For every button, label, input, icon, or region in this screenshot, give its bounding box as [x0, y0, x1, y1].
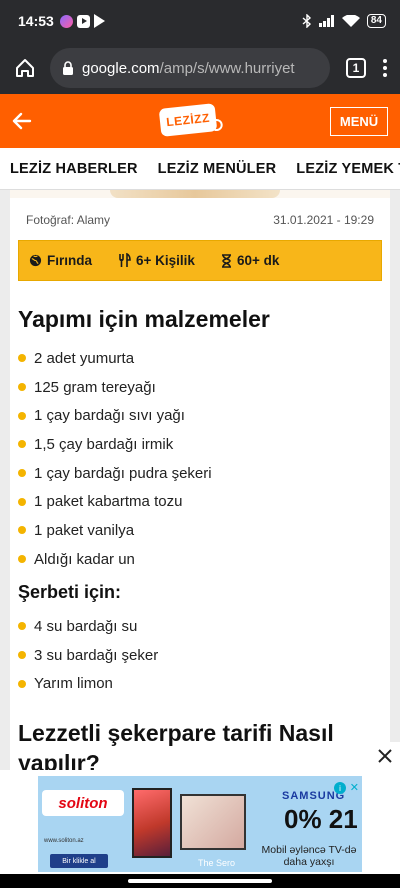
url-text: google.com/amp/s/www.hurriyet [82, 60, 295, 77]
installment-rate: 0% 21 [284, 804, 358, 834]
status-bar: 14:53 84 [0, 0, 400, 42]
url-path: /amp/s/www.hurriyet [159, 59, 295, 77]
publish-date: 31.01.2021 - 19:29 [273, 213, 374, 227]
recipe-info-box: Fırında 6+ Kişilik 60+ dk [18, 240, 382, 281]
tv-horizontal-image [180, 794, 246, 850]
list-item: 1 çay bardağı pudra şekeri [18, 459, 212, 488]
ad-close-button[interactable] [370, 742, 400, 770]
site-header: LEZİZZ MENÜ [0, 94, 400, 148]
list-item: 4 su bardağı su [18, 612, 158, 641]
wifi-icon [341, 14, 360, 27]
home-icon [16, 59, 34, 77]
bullet-icon [18, 354, 26, 363]
home-gesture-pill[interactable] [128, 879, 272, 883]
article-image [10, 190, 390, 198]
product-name: The Sero [198, 858, 236, 868]
signal-icon [318, 15, 334, 27]
syrup-list: 4 su bardağı su 3 su bardağı şeker Yarım… [18, 612, 158, 698]
ad-banner[interactable]: soliton www.soliton.az Bir klikle al The… [0, 770, 400, 874]
bullet-icon [18, 622, 26, 631]
bullet-icon [18, 526, 26, 535]
ad-left-panel: soliton www.soliton.az Bir klikle al [38, 776, 124, 872]
url-host: google.com [82, 59, 160, 77]
home-button[interactable] [10, 53, 40, 83]
play-store-icon [93, 14, 105, 28]
list-item: 2 adet yumurta [18, 344, 212, 373]
photo-credit: Fotoğraf: Alamy [26, 213, 111, 227]
more-options-button[interactable] [380, 59, 390, 77]
list-item: 1,5 çay bardağı irmik [18, 430, 212, 459]
info-time-label: 60+ dk [236, 253, 280, 268]
hourglass-icon [221, 253, 231, 268]
info-method-label: Fırında [47, 253, 93, 268]
ad-info-icon[interactable]: i [334, 782, 346, 794]
list-item-text: 1,5 çay bardağı irmik [34, 435, 174, 453]
info-method: Fırında [29, 253, 92, 268]
article-meta: Fotoğraf: Alamy 31.01.2021 - 19:29 [26, 213, 374, 227]
list-item-text: 1 çay bardağı sıvı yağı [34, 407, 185, 425]
list-item-text: Aldığı kadar un [34, 550, 135, 568]
system-nav-bar [0, 874, 400, 888]
bluetooth-icon [302, 14, 311, 28]
ad-cta-button[interactable]: Bir klikle al [50, 854, 108, 868]
list-item-text: 4 su bardağı su [34, 617, 138, 635]
bullet-icon [18, 679, 26, 688]
browser-toolbar: google.com/amp/s/www.hurriyet 1 [0, 42, 400, 94]
bullet-icon [18, 383, 26, 392]
list-item-text: Yarım limon [34, 675, 113, 693]
bullet-icon [18, 555, 26, 564]
list-item: 125 gram tereyağı [18, 373, 212, 402]
list-item-text: 1 paket vanilya [34, 521, 135, 539]
ad-creative[interactable]: soliton www.soliton.az Bir klikle al The… [38, 776, 362, 872]
lock-icon [63, 60, 73, 75]
bullet-icon [18, 651, 26, 660]
list-item-text: 125 gram tereyağı [34, 378, 156, 396]
bullet-icon [18, 497, 26, 506]
logo-text: LEZİZZ [165, 110, 211, 130]
status-right: 84 [302, 14, 386, 28]
soliton-logo: soliton [42, 790, 124, 816]
cutlery-icon [119, 253, 131, 267]
youtube-icon [76, 14, 90, 28]
bullet-icon [18, 469, 26, 478]
info-servings-label: 6+ Kişilik [136, 253, 195, 268]
ingredients-heading: Yapımı için malzemeler [18, 306, 270, 332]
globe-icon [29, 254, 42, 267]
list-item-text: 3 su bardağı şeker [34, 646, 159, 664]
list-item-text: 1 çay bardağı pudra şekeri [34, 464, 212, 482]
promo-text: Mobil əyləncə TV-də daha yaxşı [261, 844, 357, 868]
list-item-text: 1 paket kabartma tozu [34, 493, 183, 511]
tab-switcher-button[interactable]: 1 [346, 58, 366, 78]
tv-vertical-image [132, 788, 172, 858]
nav-item-yemek-tarifleri[interactable]: LEZİZ YEMEK TARİFLERİ [296, 161, 400, 177]
back-arrow-icon[interactable] [10, 109, 34, 133]
status-time: 14:53 [18, 13, 54, 29]
list-item: 1 paket kabartma tozu [18, 487, 212, 516]
list-item: 1 çay bardağı sıvı yağı [18, 401, 212, 430]
ad-choices-close-icon[interactable]: ✕ [350, 781, 359, 794]
nav-item-haberler[interactable]: LEZİZ HABERLER [10, 161, 138, 177]
category-nav: LEZİZ HABERLER LEZİZ MENÜLER LEZİZ YEMEK… [0, 148, 400, 190]
site-logo[interactable]: LEZİZZ [158, 103, 218, 137]
bullet-icon [18, 440, 26, 449]
ingredients-list: 2 adet yumurta 125 gram tereyağı 1 çay b… [18, 344, 212, 574]
menu-button[interactable]: MENÜ [330, 107, 388, 136]
messenger-icon [59, 14, 73, 28]
ad-url: www.soliton.az [44, 838, 84, 844]
info-servings: 6+ Kişilik [118, 253, 195, 268]
list-item: 3 su bardağı şeker [18, 641, 158, 670]
bullet-icon [18, 411, 26, 420]
method-heading: Lezzetli şekerpare tarifi Nasıl yapılır? [18, 720, 334, 776]
nav-item-menuler[interactable]: LEZİZ MENÜLER [158, 161, 277, 177]
list-item: Yarım limon [18, 669, 158, 698]
syrup-heading: Şerbeti için: [18, 582, 122, 602]
info-time: 60+ dk [221, 253, 279, 268]
list-item: 1 paket vanilya [18, 516, 212, 545]
list-item: Aldığı kadar un [18, 545, 212, 574]
close-icon [378, 749, 392, 763]
battery-indicator: 84 [366, 14, 386, 28]
status-app-icons [59, 14, 105, 28]
list-item-text: 2 adet yumurta [34, 349, 135, 367]
address-bar[interactable]: google.com/amp/s/www.hurriyet [50, 48, 330, 88]
